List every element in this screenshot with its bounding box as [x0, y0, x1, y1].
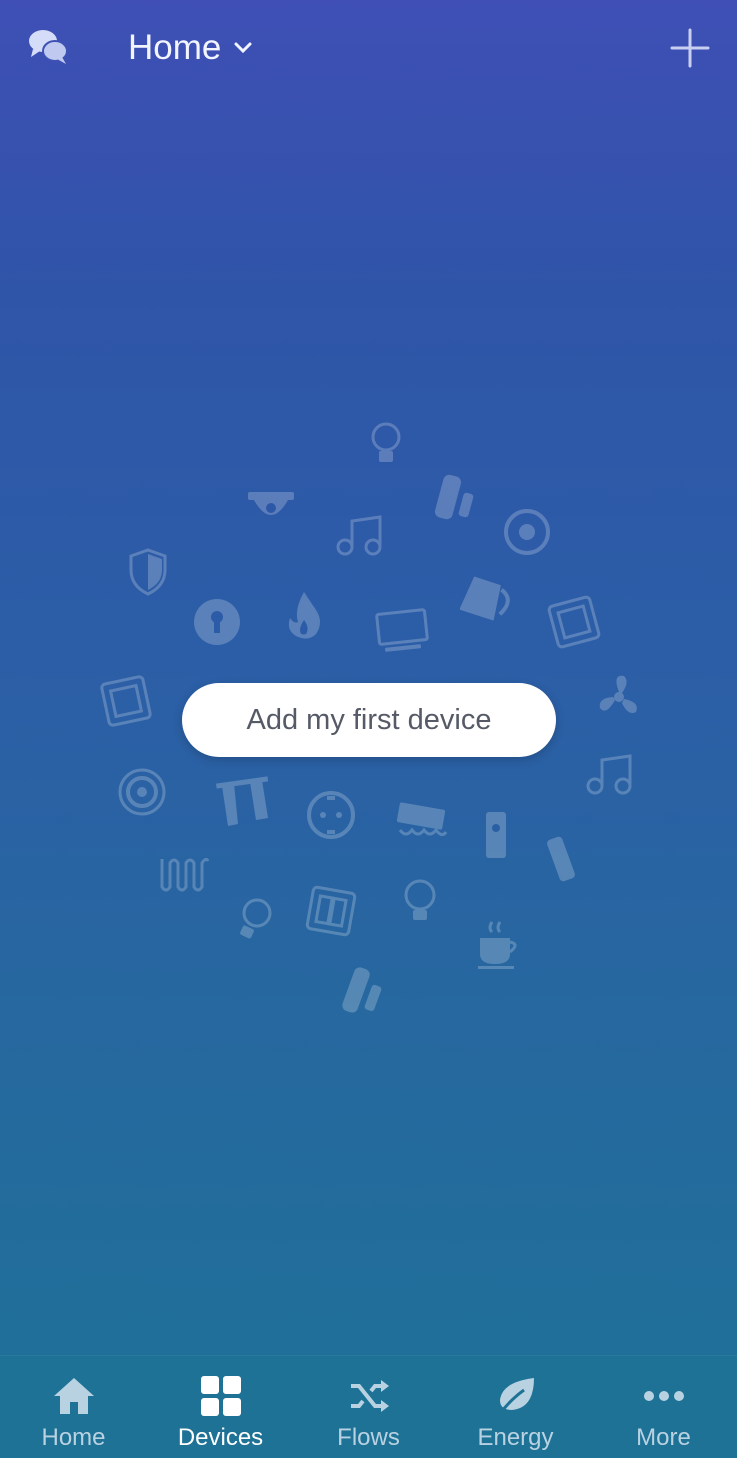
- doorbell-icon: [484, 810, 508, 860]
- tab-label: Devices: [177, 1424, 264, 1451]
- switch-icon: [97, 672, 155, 730]
- tab-devices[interactable]: Devices: [147, 1356, 294, 1458]
- camera-icon: [246, 488, 296, 526]
- plus-icon[interactable]: [668, 26, 712, 70]
- tab-label: Energy: [477, 1424, 554, 1451]
- kettle-icon: [460, 570, 516, 628]
- chevron-down-icon: [234, 42, 252, 54]
- heater-icon: [394, 798, 448, 842]
- tab-label: Home: [41, 1424, 106, 1451]
- zone-selector[interactable]: Home: [128, 24, 253, 72]
- house-icon: [53, 1378, 94, 1414]
- zone-title: Home: [128, 28, 222, 67]
- speaker-icon: [503, 508, 551, 556]
- socket-icon: [306, 790, 356, 840]
- remote-icon: [545, 835, 581, 885]
- switch-icon: [545, 593, 603, 651]
- lightbulb-icon: [401, 878, 439, 926]
- tab-label: More: [636, 1424, 691, 1451]
- music-note-icon: [585, 752, 641, 796]
- radiator-icon: [158, 855, 210, 895]
- top-bar: Home: [0, 0, 737, 96]
- tab-flows[interactable]: Flows: [295, 1356, 442, 1458]
- shield-icon: [128, 548, 168, 596]
- fan-icon: [594, 672, 644, 722]
- switch-icon: [302, 882, 360, 940]
- tab-more[interactable]: More: [590, 1356, 737, 1458]
- lightbulb-icon: [235, 897, 275, 943]
- devices-grid-icon: [200, 1376, 241, 1416]
- tv-icon: [375, 608, 429, 652]
- chat-bubbles-icon[interactable]: [26, 24, 70, 68]
- lightbulb-icon: [366, 420, 406, 468]
- bottom-tab-bar: Home Devices Flows Energy More: [0, 1355, 737, 1458]
- sensor-icon: [340, 965, 386, 1017]
- sensor-icon: [433, 473, 479, 521]
- flame-icon: [282, 590, 326, 642]
- curtains-icon: [214, 774, 270, 830]
- tab-home[interactable]: Home: [0, 1356, 147, 1458]
- shuffle-icon: [350, 1380, 389, 1412]
- tab-label: Flows: [337, 1424, 400, 1451]
- keyhole-icon: [192, 597, 242, 647]
- add-first-device-button[interactable]: Add my first device: [182, 683, 556, 757]
- more-dots-icon: [643, 1391, 684, 1401]
- leaf-icon: [496, 1378, 534, 1417]
- music-note-icon: [335, 515, 391, 557]
- tab-energy[interactable]: Energy: [442, 1356, 589, 1458]
- coffee-icon: [476, 920, 522, 970]
- thermostat-icon: [117, 767, 167, 817]
